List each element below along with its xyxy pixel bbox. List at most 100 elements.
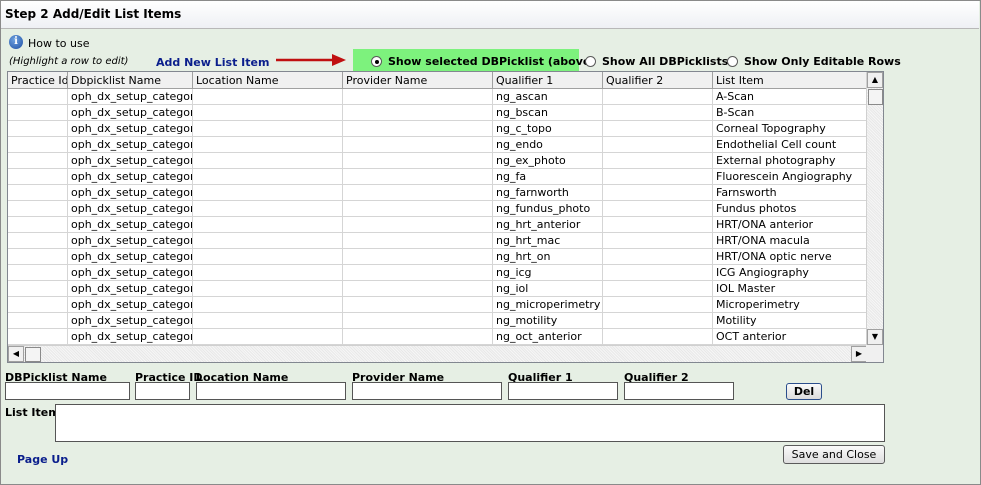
qualifier-2-input[interactable] xyxy=(624,382,734,400)
cell-qualifier-2 xyxy=(603,249,713,265)
cell-list-item: OCT anterior xyxy=(713,329,867,345)
cell-qualifier-2 xyxy=(603,185,713,201)
column-header-provider-name[interactable]: Provider Name xyxy=(343,72,493,89)
table-row[interactable]: oph_dx_setup_category ng_microperimetry Mi… xyxy=(8,297,867,313)
cell-dbpicklist-name: oph_dx_setup_category xyxy=(68,249,193,265)
cell-location-name xyxy=(193,137,343,153)
table-row[interactable]: oph_dx_setup_category ng_c_topo Corneal To… xyxy=(8,121,867,137)
table-row[interactable]: oph_dx_setup_category ng_farnworth Farnswo… xyxy=(8,185,867,201)
cell-qualifier-1: ng_hrt_on xyxy=(493,249,603,265)
cell-qualifier-2 xyxy=(603,313,713,329)
cell-list-item: Fluorescein Angiography xyxy=(713,169,867,185)
column-header-practice-id[interactable]: Practice Id xyxy=(8,72,68,89)
table-row[interactable]: oph_dx_setup_category ng_icg ICG Angiograp… xyxy=(8,265,867,281)
practice-id-input[interactable] xyxy=(135,382,190,400)
cell-list-item: IOL Master xyxy=(713,281,867,297)
cell-provider-name xyxy=(343,89,493,105)
how-to-use-link[interactable]: How to use xyxy=(28,37,90,50)
cell-list-item: External photography xyxy=(713,153,867,169)
provider-name-input[interactable] xyxy=(352,382,502,400)
cell-practice-id xyxy=(8,121,68,137)
column-header-location-name[interactable]: Location Name xyxy=(193,72,343,89)
cell-qualifier-2 xyxy=(603,89,713,105)
cell-list-item: Endothelial Cell count xyxy=(713,137,867,153)
cell-location-name xyxy=(193,105,343,121)
horizontal-scrollbar[interactable]: ◀ ▶ xyxy=(8,345,867,362)
table-row[interactable]: oph_dx_setup_category ng_fa Fluorescein An… xyxy=(8,169,867,185)
radio-show-all[interactable]: Show All DBPicklists xyxy=(585,50,728,72)
cell-provider-name xyxy=(343,105,493,121)
scroll-left-icon[interactable]: ◀ xyxy=(8,346,24,362)
cell-provider-name xyxy=(343,265,493,281)
cell-qualifier-1: ng_microperimetry xyxy=(493,297,603,313)
column-header-qualifier-1[interactable]: Qualifier 1 xyxy=(493,72,603,89)
table-row[interactable]: oph_dx_setup_category ng_bscan B-Scan xyxy=(8,105,867,121)
table-row[interactable]: oph_dx_setup_category ng_ex_photo External… xyxy=(8,153,867,169)
save-and-close-button[interactable]: Save and Close xyxy=(783,445,885,464)
radio-selected-icon[interactable] xyxy=(371,55,382,67)
vertical-scrollbar[interactable]: ▲ ▼ xyxy=(866,72,883,345)
cell-location-name xyxy=(193,121,343,137)
radio-show-editable[interactable]: Show Only Editable Rows xyxy=(727,50,901,72)
horizontal-scroll-thumb[interactable] xyxy=(25,347,41,362)
cell-list-item: Farnsworth xyxy=(713,185,867,201)
cell-location-name xyxy=(193,297,343,313)
delete-button[interactable]: Del xyxy=(786,383,822,400)
radio-unselected-icon[interactable] xyxy=(727,55,738,67)
qualifier-1-input[interactable] xyxy=(508,382,618,400)
cell-dbpicklist-name: oph_dx_setup_category xyxy=(68,105,193,121)
title-bar: Step 2 Add/Edit List Items xyxy=(1,1,979,29)
cell-qualifier-2 xyxy=(603,297,713,313)
vertical-scroll-thumb[interactable] xyxy=(868,89,883,105)
grid-header: Practice Id Dbpicklist Name Location Name P… xyxy=(8,72,867,89)
scroll-up-icon[interactable]: ▲ xyxy=(867,72,883,88)
table-row[interactable]: oph_dx_setup_category ng_motility Motility xyxy=(8,313,867,329)
table-row[interactable]: oph_dx_setup_category ng_hrt_mac HRT/ONA m… xyxy=(8,233,867,249)
table-row[interactable]: oph_dx_setup_category ng_endo Endothelial … xyxy=(8,137,867,153)
radio-show-selected[interactable]: Show selected DBPicklist (above) xyxy=(371,50,595,72)
page-title: Step 2 Add/Edit List Items xyxy=(5,7,182,21)
info-icon[interactable]: i xyxy=(9,35,23,49)
list-item-input[interactable] xyxy=(55,404,885,442)
column-header-dbpicklist-name[interactable]: Dbpicklist Name xyxy=(68,72,193,89)
cell-practice-id xyxy=(8,297,68,313)
cell-qualifier-2 xyxy=(603,153,713,169)
page-up-link[interactable]: Page Up xyxy=(17,453,68,466)
cell-dbpicklist-name: oph_dx_setup_category xyxy=(68,217,193,233)
cell-qualifier-2 xyxy=(603,137,713,153)
column-header-list-item[interactable]: List Item xyxy=(713,72,867,89)
cell-dbpicklist-name: oph_dx_setup_category xyxy=(68,137,193,153)
table-row[interactable]: oph_dx_setup_category ng_hrt_anterior HRT/… xyxy=(8,217,867,233)
radio-unselected-icon[interactable] xyxy=(585,55,596,67)
cell-list-item: A-Scan xyxy=(713,89,867,105)
scroll-right-icon[interactable]: ▶ xyxy=(851,346,867,362)
scroll-down-icon[interactable]: ▼ xyxy=(867,329,883,345)
cell-dbpicklist-name: oph_dx_setup_category xyxy=(68,313,193,329)
cell-practice-id xyxy=(8,329,68,345)
table-row[interactable]: oph_dx_setup_category ng_fundus_photo Fund… xyxy=(8,201,867,217)
radio-show-editable-label: Show Only Editable Rows xyxy=(744,54,901,68)
cell-provider-name xyxy=(343,233,493,249)
table-row[interactable]: oph_dx_setup_category ng_oct_anterior OCT … xyxy=(8,329,867,345)
cell-practice-id xyxy=(8,217,68,233)
list-items-grid[interactable]: Practice Id Dbpicklist Name Location Name P… xyxy=(7,71,884,363)
cell-list-item: Fundus photos xyxy=(713,201,867,217)
table-row[interactable]: oph_dx_setup_category ng_hrt_on HRT/ONA op… xyxy=(8,249,867,265)
arrow-right-icon xyxy=(276,54,346,66)
dbpicklist-name-input[interactable] xyxy=(5,382,130,400)
table-row[interactable]: oph_dx_setup_category ng_iol IOL Master xyxy=(8,281,867,297)
cell-practice-id xyxy=(8,169,68,185)
cell-location-name xyxy=(193,217,343,233)
cell-qualifier-1: ng_oct_anterior xyxy=(493,329,603,345)
cell-qualifier-1: ng_endo xyxy=(493,137,603,153)
cell-practice-id xyxy=(8,249,68,265)
table-row[interactable]: oph_dx_setup_category ng_ascan A-Scan xyxy=(8,89,867,105)
add-new-list-item-link[interactable]: Add New List Item xyxy=(156,56,269,69)
grid-body[interactable]: oph_dx_setup_category ng_ascan A-Scan oph_d… xyxy=(8,89,867,345)
location-name-input[interactable] xyxy=(196,382,346,400)
cell-list-item: Microperimetry xyxy=(713,297,867,313)
cell-location-name xyxy=(193,233,343,249)
cell-practice-id xyxy=(8,105,68,121)
column-header-qualifier-2[interactable]: Qualifier 2 xyxy=(603,72,713,89)
cell-qualifier-1: ng_motility xyxy=(493,313,603,329)
